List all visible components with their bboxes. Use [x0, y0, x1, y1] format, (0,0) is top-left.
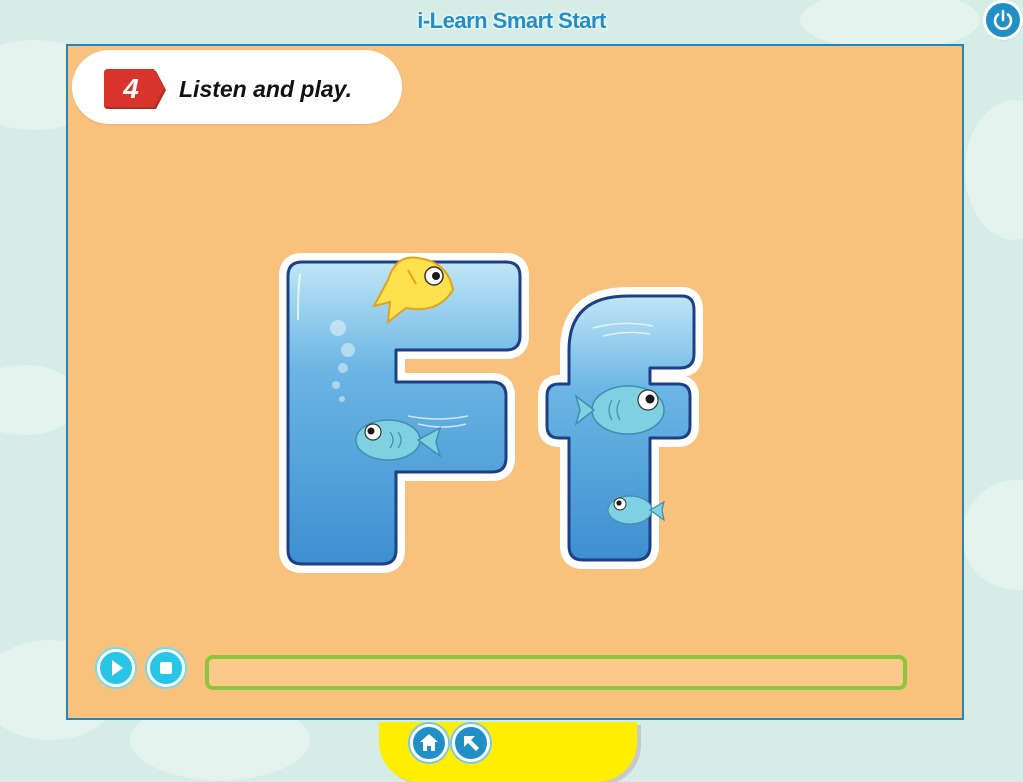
stop-icon — [160, 662, 172, 674]
stop-button[interactable] — [147, 649, 185, 687]
app-title: i-Learn Smart Start — [417, 8, 606, 33]
activity-stage: 4 Listen and play. — [66, 44, 964, 720]
background-cloud — [965, 100, 1023, 240]
bottom-navigation — [379, 722, 637, 782]
audio-progress-bar[interactable] — [205, 655, 907, 690]
back-button[interactable] — [452, 724, 490, 762]
instruction-banner: 4 Listen and play. — [72, 50, 402, 124]
home-button[interactable] — [410, 724, 448, 762]
back-arrow-icon — [464, 736, 479, 751]
instruction-text: Listen and play. — [179, 76, 352, 102]
home-icon — [420, 734, 438, 751]
background-cloud — [962, 480, 1023, 590]
play-button[interactable] — [97, 649, 135, 687]
power-button[interactable] — [986, 3, 1020, 37]
letters-illustration[interactable] — [278, 210, 748, 574]
activity-number: 4 — [123, 73, 139, 104]
play-icon — [112, 660, 123, 676]
power-icon — [993, 9, 1013, 30]
